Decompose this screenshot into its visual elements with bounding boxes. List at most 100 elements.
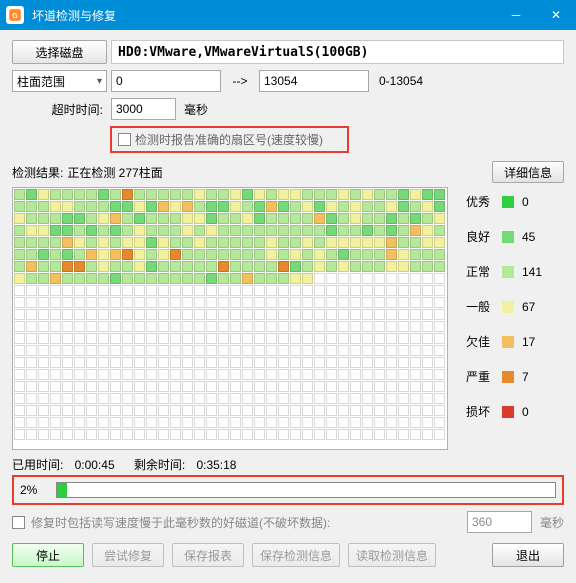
remain-value: 0:35:18 <box>196 458 236 472</box>
legend-fair: 一般67 <box>466 298 546 315</box>
grid-cell <box>158 405 169 416</box>
grid-cell <box>350 405 361 416</box>
close-button[interactable]: ✕ <box>536 0 576 30</box>
grid-cell <box>110 213 121 224</box>
grid-cell <box>182 213 193 224</box>
grid-cell <box>410 213 421 224</box>
grid-cell <box>278 249 289 260</box>
grid-cell <box>74 321 85 332</box>
content-area: 选择磁盘 HD0:VMware,VMwareVirtualS(100GB) 柱面… <box>0 30 576 577</box>
grid-cell <box>74 201 85 212</box>
grid-cell <box>242 381 253 392</box>
repair-checkbox-icon[interactable] <box>12 516 25 529</box>
grid-cell <box>302 345 313 356</box>
load-info-button: 读取检测信息 <box>348 543 436 567</box>
grid-cell <box>230 261 241 272</box>
grid-cell <box>362 261 373 272</box>
grid-cell <box>434 381 445 392</box>
grid-cell <box>122 249 133 260</box>
grid-cell <box>386 333 397 344</box>
grid-cell <box>38 225 49 236</box>
grid-cell <box>266 273 277 284</box>
grid-cell <box>206 213 217 224</box>
grid-cell <box>194 309 205 320</box>
range-to-input[interactable]: 13054 <box>259 70 369 92</box>
grid-cell <box>314 333 325 344</box>
details-button[interactable]: 详细信息 <box>492 161 564 183</box>
stop-button[interactable]: 停止 <box>12 543 84 567</box>
grid-cell <box>374 357 385 368</box>
grid-cell <box>206 357 217 368</box>
grid-cell <box>290 321 301 332</box>
grid-cell <box>62 309 73 320</box>
grid-cell <box>338 225 349 236</box>
grid-cell <box>266 405 277 416</box>
grid-cell <box>386 309 397 320</box>
grid-cell <box>14 285 25 296</box>
grid-cell <box>254 249 265 260</box>
grid-cell <box>434 225 445 236</box>
grid-cell <box>242 249 253 260</box>
repair-ms-input[interactable]: 360 <box>467 511 532 533</box>
grid-cell <box>134 429 145 440</box>
grid-cell <box>122 237 133 248</box>
grid-cell <box>326 213 337 224</box>
legend-label: 良好 <box>466 228 494 245</box>
grid-cell <box>122 381 133 392</box>
grid-cell <box>62 369 73 380</box>
remain-label: 剩余时间: <box>134 458 185 472</box>
grid-cell <box>242 357 253 368</box>
grid-cell <box>182 357 193 368</box>
legend-color-icon <box>502 336 514 348</box>
legend-count: 7 <box>522 370 546 384</box>
range-from-input[interactable]: 0 <box>111 70 221 92</box>
grid-cell <box>242 225 253 236</box>
accurate-sector-option[interactable]: 检测时报告准确的扇区号(速度较慢) <box>110 126 349 153</box>
minimize-button[interactable]: ─ <box>496 0 536 30</box>
grid-cell <box>86 201 97 212</box>
grid-cell <box>122 201 133 212</box>
grid-cell <box>146 297 157 308</box>
legend-bad: 损坏0 <box>466 403 546 420</box>
arrow-label: --> <box>225 74 255 88</box>
grid-cell <box>314 189 325 200</box>
grid-cell <box>134 357 145 368</box>
grid-cell <box>230 297 241 308</box>
grid-cell <box>170 357 181 368</box>
grid-cell <box>362 213 373 224</box>
exit-button[interactable]: 退出 <box>492 543 564 567</box>
grid-cell <box>14 237 25 248</box>
grid-cell <box>86 405 97 416</box>
grid-cell <box>302 393 313 404</box>
grid-cell <box>38 237 49 248</box>
select-disk-button[interactable]: 选择磁盘 <box>12 40 107 64</box>
grid-cell <box>218 273 229 284</box>
grid-cell <box>230 285 241 296</box>
range-type-select[interactable]: 柱面范围 <box>12 70 107 92</box>
grid-cell <box>290 249 301 260</box>
grid-cell <box>266 189 277 200</box>
grid-cell <box>50 357 61 368</box>
grid-cell <box>254 189 265 200</box>
grid-cell <box>278 417 289 428</box>
timeout-input[interactable]: 3000 <box>111 98 176 120</box>
grid-cell <box>278 429 289 440</box>
grid-cell <box>242 285 253 296</box>
grid-cell <box>422 393 433 404</box>
progress-fill <box>57 483 67 497</box>
grid-cell <box>206 405 217 416</box>
grid-cell <box>290 237 301 248</box>
legend-label: 正常 <box>466 263 494 280</box>
grid-cell <box>14 333 25 344</box>
grid-cell <box>50 345 61 356</box>
grid-cell <box>338 189 349 200</box>
grid-cell <box>74 357 85 368</box>
grid-cell <box>278 345 289 356</box>
grid-cell <box>122 417 133 428</box>
grid-cell <box>26 285 37 296</box>
grid-cell <box>194 297 205 308</box>
grid-cell <box>170 405 181 416</box>
grid-cell <box>26 417 37 428</box>
grid-cell <box>350 369 361 380</box>
grid-cell <box>86 333 97 344</box>
